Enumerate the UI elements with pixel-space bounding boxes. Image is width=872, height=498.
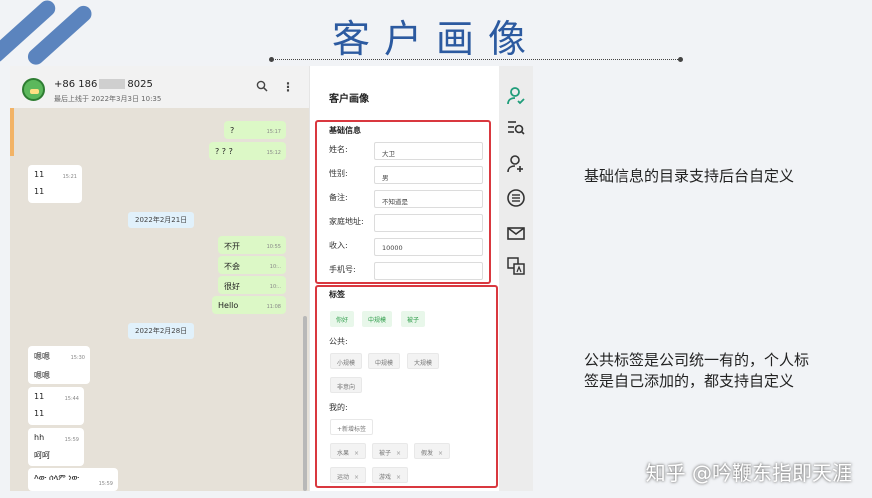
note-tags: 公共标签是公司统一有的，个人标 签是自己添加的，都支持自定义: [584, 351, 810, 390]
message-bubble[interactable]: ? 15:17: [224, 121, 286, 139]
contact-phone: +86 186 8025: [54, 79, 153, 90]
masked-digits: [99, 79, 126, 89]
note-basic-info: 基础信息的目录支持后台自定义: [584, 167, 795, 185]
chat-scrollbar[interactable]: [303, 316, 307, 491]
watermark: 知乎 @吟鞭东指即天涯: [645, 461, 852, 485]
mail-icon[interactable]: [506, 223, 526, 243]
tool-rail: [499, 66, 533, 491]
date-separator: 2022年2月21日: [128, 212, 195, 228]
message-bubble[interactable]: እው ሰላም ነው 15:59: [28, 468, 118, 491]
title-divider: [269, 57, 683, 62]
message-bubble[interactable]: ? ? ? 15:12: [209, 142, 286, 160]
avatar[interactable]: [22, 78, 45, 101]
basic-info-highlight: [315, 120, 491, 284]
chat-header: +86 186 8025 最后上线于 2022年3月3日 10:35 ⋮: [10, 66, 309, 108]
message-bubble[interactable]: Hello 11:08: [212, 296, 286, 314]
add-user-icon[interactable]: [506, 154, 526, 174]
tags-highlight: [315, 285, 498, 488]
search-icon[interactable]: [256, 80, 268, 95]
panel-title: 客户画像: [329, 94, 369, 105]
app-screenshot: +86 186 8025 最后上线于 2022年3月3日 10:35 ⋮ ? 15:…: [10, 66, 533, 491]
date-separator: 2022年2月28日: [128, 323, 195, 339]
message-bubble[interactable]: 不开 10:55: [218, 236, 286, 254]
last-seen: 最后上线于 2022年3月3日 10:35: [54, 95, 162, 103]
customer-profile-panel: 客户画像 基础信息 姓名: 大卫 性别: 男 备注: 不知道是 家庭地址: 收入…: [309, 66, 499, 491]
more-menu-icon[interactable]: ⋮: [282, 80, 294, 94]
slide-title: 客户画像: [331, 17, 540, 61]
chat-pane: +86 186 8025 最后上线于 2022年3月3日 10:35 ⋮ ? 15:…: [10, 66, 309, 491]
message-bubble[interactable]: 11 11 15:21: [28, 165, 82, 203]
list-search-icon[interactable]: [506, 118, 526, 138]
translate-icon[interactable]: [506, 256, 526, 276]
chat-selection-marker: [10, 108, 14, 156]
user-check-icon[interactable]: [506, 86, 526, 106]
message-bubble[interactable]: 不会 10:..: [218, 256, 286, 274]
message-bubble[interactable]: 嗯嗯 嗯嗯 15:30: [28, 346, 90, 384]
list-icon[interactable]: [506, 188, 526, 208]
message-bubble[interactable]: hh 呵呵 15:59: [28, 428, 84, 466]
message-bubble[interactable]: 很好 10:..: [218, 276, 286, 294]
message-bubble[interactable]: 11 11 15:44: [28, 387, 84, 425]
